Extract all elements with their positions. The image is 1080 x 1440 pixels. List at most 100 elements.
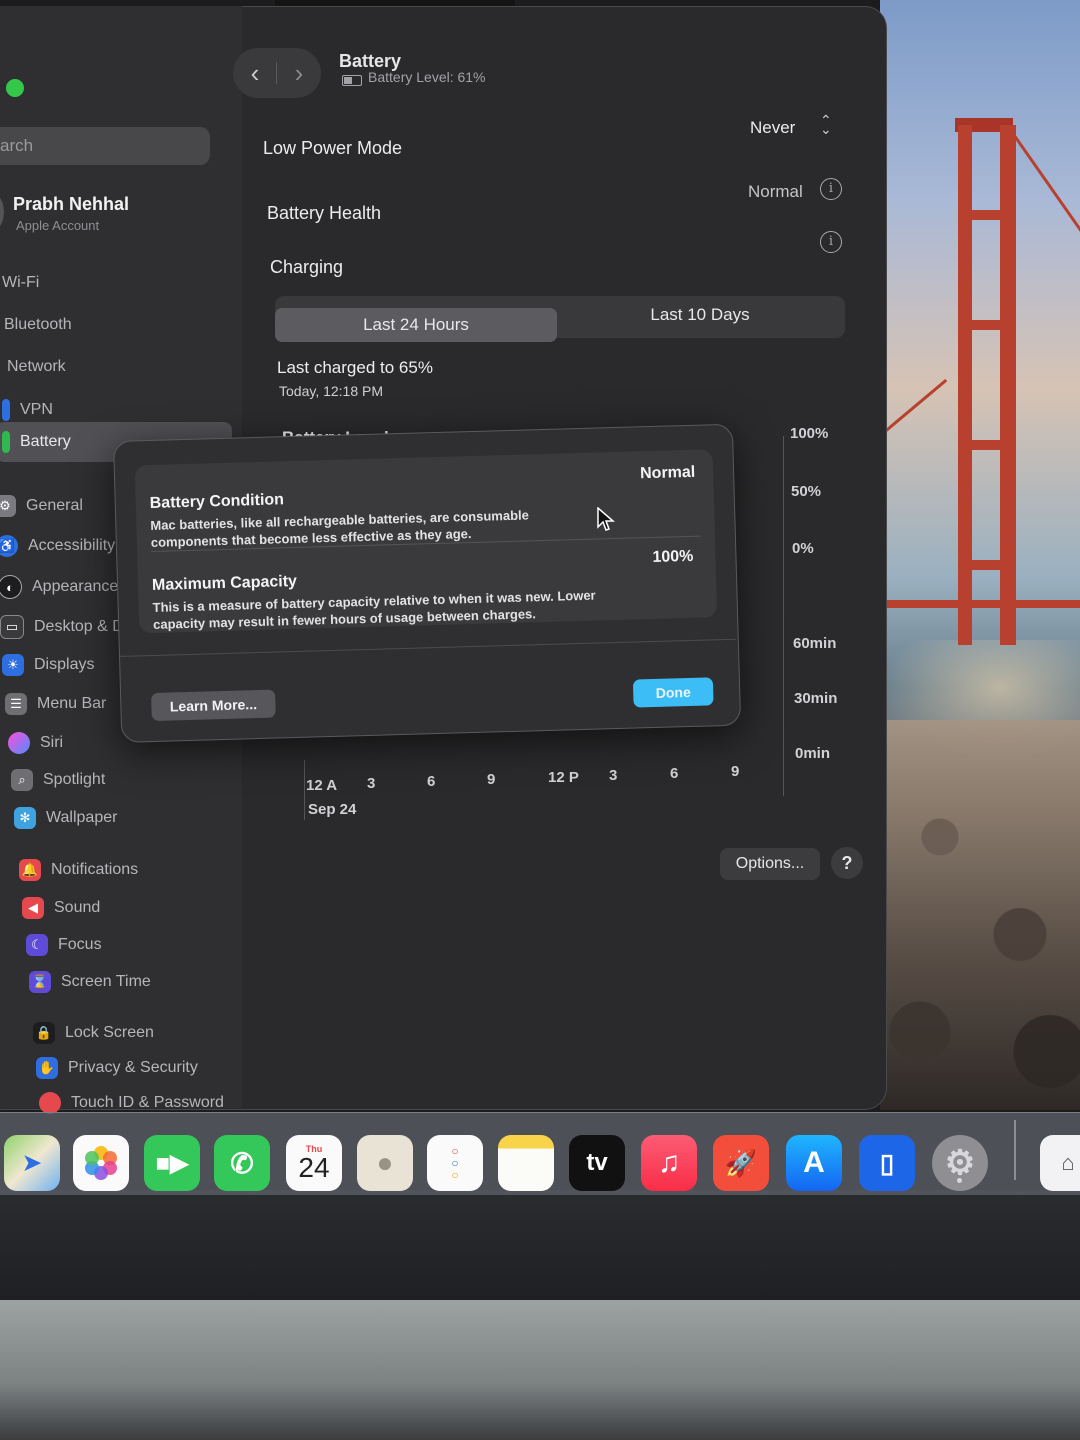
apple-tv-icon[interactable]: tv bbox=[569, 1135, 625, 1191]
low-power-mode-select[interactable]: Never bbox=[750, 118, 795, 138]
x-date-label: Sep 24 bbox=[308, 801, 357, 818]
search-input[interactable]: arch bbox=[0, 127, 210, 165]
sidebar-item-desktop-dock[interactable]: ▭ Desktop & D bbox=[0, 615, 124, 639]
battery-health-details: Battery Condition Mac batteries, like al… bbox=[134, 449, 718, 634]
battery-axis-label-50: 50% bbox=[791, 483, 822, 500]
sidebar-item-touch-id[interactable]: Touch ID & Password bbox=[39, 1092, 224, 1114]
options-button[interactable]: Options... bbox=[720, 848, 820, 880]
calendar-icon[interactable]: Thu 24 bbox=[286, 1135, 342, 1191]
battery-icon bbox=[2, 431, 10, 453]
charging-label: Charging bbox=[270, 257, 344, 277]
sidebar-item-label: Battery bbox=[20, 433, 71, 450]
up-down-chevron-icon[interactable]: ⌃ ⌄ bbox=[820, 113, 832, 136]
help-button[interactable]: ? bbox=[831, 847, 863, 879]
appearance-icon: ◐ bbox=[0, 575, 22, 599]
sidebar-item-appearance[interactable]: ◐ Appearance bbox=[0, 575, 118, 599]
mouse-pointer-icon bbox=[597, 507, 615, 531]
music-icon[interactable]: ♫ bbox=[641, 1135, 697, 1191]
sidebar-item-label: Touch ID & Password bbox=[71, 1094, 224, 1111]
sidebar-item-accessibility[interactable]: ♿ Accessibility bbox=[0, 535, 115, 557]
sidebar-item-wifi[interactable]: Wi-Fi bbox=[2, 274, 39, 292]
sidebar-item-label: Menu Bar bbox=[37, 695, 107, 712]
desktop-dock-icon: ▭ bbox=[0, 615, 24, 639]
notifications-icon: 🔔 bbox=[19, 859, 41, 881]
sidebar-item-bluetooth[interactable]: Bluetooth bbox=[4, 316, 72, 334]
sidebar-item-notifications[interactable]: 🔔 Notifications bbox=[19, 859, 138, 881]
sidebar-item-menu-bar[interactable]: ☰ Menu Bar bbox=[5, 693, 106, 715]
x-tick-label: 9 bbox=[487, 771, 496, 788]
wallpaper-icon: ✻ bbox=[14, 807, 36, 829]
menu-bar-icon: ☰ bbox=[5, 693, 27, 715]
tab-last-10-days[interactable]: Last 10 Days bbox=[559, 298, 841, 332]
tab-last-24-hours[interactable]: Last 24 Hours bbox=[275, 308, 557, 342]
laptop-hinge bbox=[0, 1190, 1080, 1300]
navigation-buttons: ‹ › bbox=[233, 48, 321, 98]
app-store-icon[interactable]: A bbox=[786, 1135, 842, 1191]
siri-icon bbox=[8, 732, 30, 754]
photos-icon[interactable] bbox=[73, 1135, 129, 1191]
sidebar-item-network[interactable]: Network bbox=[7, 358, 66, 376]
zoom-window-button[interactable] bbox=[6, 79, 24, 97]
battery-health-value: Normal bbox=[748, 182, 803, 201]
sound-icon: ◀ bbox=[22, 897, 44, 919]
desk-surface bbox=[0, 1300, 1080, 1440]
x-tick-label: 3 bbox=[367, 775, 376, 792]
lock-icon: 🔒 bbox=[33, 1022, 55, 1044]
chevron-left-icon: ‹ bbox=[250, 58, 260, 88]
sidebar-item-label: Network bbox=[7, 358, 66, 375]
sidebar-item-label: Displays bbox=[34, 656, 95, 673]
sidebar-item-privacy-security[interactable]: ✋ Privacy & Security bbox=[36, 1057, 198, 1079]
sidebar-item-focus[interactable]: ☾ Focus bbox=[26, 934, 102, 956]
sidebar-item-screen-time[interactable]: ⌛ Screen Time bbox=[29, 971, 151, 993]
sidebar-item-vpn[interactable]: VPN bbox=[2, 399, 53, 421]
preview-icon[interactable]: ⌂ bbox=[1040, 1135, 1080, 1191]
facetime-icon[interactable]: ■▶ bbox=[144, 1135, 200, 1191]
sidebar-item-label: Spotlight bbox=[43, 771, 106, 788]
battery-health-sheet: Battery Condition Mac batteries, like al… bbox=[113, 423, 742, 743]
sidebar-item-sound[interactable]: ◀ Sound bbox=[22, 897, 100, 919]
x-tick-label: 6 bbox=[670, 765, 679, 782]
gear-icon: ⚙ bbox=[0, 495, 16, 517]
sidebar-item-lock-screen[interactable]: 🔒 Lock Screen bbox=[33, 1022, 154, 1044]
user-subtitle: Apple Account bbox=[16, 218, 100, 233]
contacts-icon[interactable]: ● bbox=[357, 1135, 413, 1191]
sidebar-item-label: Privacy & Security bbox=[68, 1059, 198, 1076]
sidebar-item-wallpaper[interactable]: ✻ Wallpaper bbox=[14, 807, 117, 829]
accessibility-icon: ♿ bbox=[0, 535, 18, 557]
low-power-mode-label: Low Power Mode bbox=[263, 138, 403, 158]
battery-axis-label-0: 0% bbox=[792, 540, 814, 557]
user-name[interactable]: Prabh Nehhal bbox=[13, 194, 129, 215]
apple-tv-label: tv bbox=[586, 1149, 608, 1176]
wallpaper-rocks bbox=[880, 720, 1080, 1110]
maximum-capacity-title: Maximum Capacity bbox=[151, 572, 298, 594]
sidebar-item-siri[interactable]: Siri bbox=[8, 732, 63, 754]
battery-axis-label-100: 100% bbox=[790, 425, 829, 442]
sidebar-item-general[interactable]: ⚙ General bbox=[0, 495, 83, 517]
vpn-icon bbox=[2, 399, 10, 421]
reminders-icon[interactable]: ○ ○ ○ bbox=[427, 1135, 483, 1191]
sidebar-item-label: Wi-Fi bbox=[2, 274, 40, 291]
battery-health-label: Battery Health bbox=[267, 203, 382, 223]
phone-icon[interactable]: ✆ bbox=[214, 1135, 270, 1191]
chart-right-axis bbox=[783, 436, 784, 796]
blue-app-icon[interactable]: ▯ bbox=[859, 1135, 915, 1191]
notes-icon[interactable] bbox=[498, 1135, 554, 1191]
battery-level-icon bbox=[342, 75, 362, 86]
sidebar-item-label: Siri bbox=[40, 734, 64, 751]
back-button[interactable]: ‹ bbox=[233, 48, 277, 98]
charging-info-icon[interactable]: i bbox=[820, 231, 842, 253]
battery-health-info-icon[interactable]: i bbox=[820, 178, 842, 200]
x-tick-label: 6 bbox=[427, 773, 436, 790]
forward-button[interactable]: › bbox=[277, 48, 321, 98]
fingerprint-icon bbox=[39, 1092, 61, 1114]
rocket-app-icon[interactable]: 🚀 bbox=[713, 1135, 769, 1191]
maps-icon[interactable]: ➤ bbox=[4, 1135, 60, 1191]
sidebar-item-label: Bluetooth bbox=[4, 316, 72, 333]
sidebar-item-label: Notifications bbox=[51, 861, 139, 878]
sidebar-item-displays[interactable]: ☀ Displays bbox=[2, 654, 94, 676]
learn-more-button[interactable]: Learn More... bbox=[151, 689, 276, 722]
sidebar-item-spotlight[interactable]: ⌕ Spotlight bbox=[11, 769, 105, 791]
sidebar-item-label: Wallpaper bbox=[46, 809, 118, 826]
sidebar-item-label: VPN bbox=[20, 401, 53, 418]
done-button[interactable]: Done bbox=[632, 677, 714, 708]
